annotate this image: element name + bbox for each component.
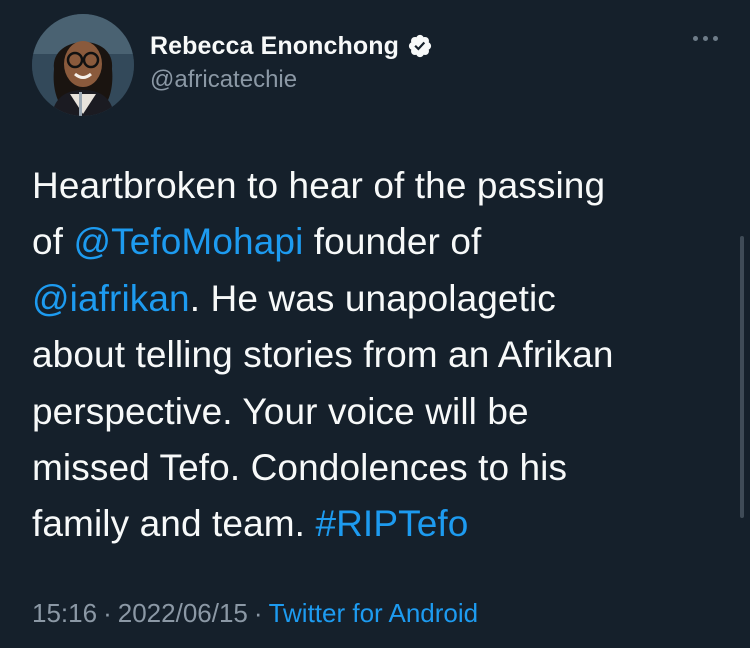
hashtag-link[interactable]: #RIPTefo — [315, 503, 468, 544]
tweet-line: Heartbroken to hear of the passing — [32, 165, 606, 206]
tweet-line: about telling stories from an Afrikan — [32, 334, 614, 376]
more-dot — [693, 36, 698, 41]
mention-link[interactable]: @iafrikan — [32, 278, 190, 319]
tweet-meta: 15:16 · 2022/06/15 · Twitter for Android — [32, 598, 478, 629]
more-dot — [703, 36, 708, 41]
tweet-time[interactable]: 15:16 — [32, 598, 97, 628]
meta-separator: · — [103, 598, 112, 628]
tweet-line: of @TefoMohapi founder of — [32, 214, 722, 270]
meta-separator: · — [253, 598, 263, 628]
tweet-line: missed Tefo. Condolences to his — [32, 447, 568, 489]
tweet-line: family and team. #RIPTefo — [32, 496, 722, 552]
tweet-text-segment: of — [32, 221, 74, 263]
tweet-detail: Rebecca Enonchong @africatechie Heartbro… — [0, 0, 750, 648]
tweet-source-link[interactable]: Twitter for Android — [269, 598, 479, 628]
tweet-text: Heartbroken to hear of the passing of @T… — [32, 158, 722, 553]
display-name[interactable]: Rebecca Enonchong — [150, 32, 399, 61]
tweet-text-segment: family and team. — [32, 503, 316, 545]
mention-link[interactable]: @TefoMohapi — [73, 221, 303, 262]
verified-badge-icon — [407, 33, 433, 59]
tweet-line: perspective. Your voice will be — [32, 390, 529, 432]
more-dot — [713, 36, 718, 41]
avatar-image — [32, 14, 134, 116]
author-block: Rebecca Enonchong @africatechie — [150, 30, 433, 94]
scrollbar[interactable] — [740, 236, 744, 518]
tweet-text-segment: . He was unapolagetic — [189, 277, 556, 319]
tweet-text-segment: founder of — [303, 221, 482, 263]
tweet-date[interactable]: 2022/06/15 — [118, 598, 248, 628]
more-options-icon[interactable] — [693, 36, 718, 41]
avatar[interactable] — [32, 14, 134, 116]
tweet-line: @iafrikan. He was unapolagetic — [32, 271, 722, 327]
name-row: Rebecca Enonchong — [150, 30, 433, 62]
user-handle[interactable]: @africatechie — [150, 66, 433, 94]
